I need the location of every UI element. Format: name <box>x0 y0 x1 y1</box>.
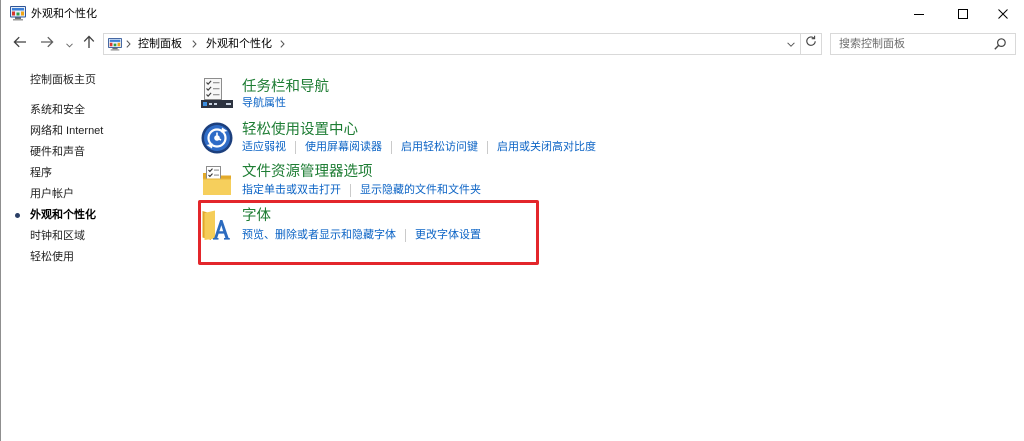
breadcrumb-control-panel[interactable]: 控制面板 <box>138 34 182 54</box>
minimize-icon <box>914 6 924 24</box>
sidebar-nav: 系统和安全 网络和 Internet 硬件和声音 程序 用户帐户 外观和个性化 … <box>15 100 103 268</box>
sidebar-home-link[interactable]: 控制面板主页 <box>30 73 96 87</box>
category-fonts: 字体 预览、删除或者显示和隐藏字体 更改字体设置 <box>201 207 621 247</box>
close-icon <box>998 6 1008 24</box>
back-arrow-icon <box>13 35 27 53</box>
link-separator <box>350 183 351 197</box>
task-link[interactable]: 指定单击或双击打开 <box>242 183 341 197</box>
sidebar-item-user-accounts[interactable]: 用户帐户 <box>30 184 103 205</box>
up-button[interactable] <box>78 33 100 55</box>
sidebar-item-hardware-sound[interactable]: 硬件和声音 <box>30 142 103 163</box>
minimize-button[interactable] <box>897 0 941 29</box>
chevron-down-icon <box>787 34 795 54</box>
refresh-button[interactable] <box>801 34 821 54</box>
task-link[interactable]: 更改字体设置 <box>415 228 481 242</box>
category-links: 适应弱视 使用屏幕阅读器 启用轻松访问键 启用或关闭高对比度 <box>242 140 596 154</box>
link-separator <box>487 140 488 154</box>
recent-locations-button[interactable] <box>63 33 75 55</box>
window-title: 外观和个性化 <box>31 8 97 20</box>
chevron-right-icon[interactable] <box>122 34 134 54</box>
chevron-right-icon[interactable] <box>276 34 288 54</box>
sidebar-item-programs[interactable]: 程序 <box>30 163 103 184</box>
ease-of-access-icon[interactable] <box>201 122 233 154</box>
task-link[interactable]: 使用屏幕阅读器 <box>305 140 382 154</box>
category-file-explorer-options: 文件资源管理器选项 指定单击或双击打开 显示隐藏的文件和文件夹 <box>201 163 621 203</box>
close-button[interactable] <box>981 0 1024 29</box>
back-button[interactable] <box>9 33 31 55</box>
address-bar[interactable]: 控制面板 外观和个性化 <box>103 33 822 55</box>
category-links: 指定单击或双击打开 显示隐藏的文件和文件夹 <box>242 183 481 197</box>
sidebar-item-appearance-current: 外观和个性化 <box>15 205 103 226</box>
taskbar-navigation-icon[interactable] <box>201 77 233 109</box>
category-links: 预览、删除或者显示和隐藏字体 更改字体设置 <box>242 228 481 242</box>
control-panel-window: 外观和个性化 控制面板 外观和个性化 搜索控制面板 控制面板主页 系统和安全 网… <box>0 0 1024 441</box>
up-arrow-icon <box>83 34 95 54</box>
sidebar-item-system-security[interactable]: 系统和安全 <box>30 100 103 121</box>
title-bar[interactable]: 外观和个性化 <box>1 0 1024 30</box>
link-separator <box>405 228 406 242</box>
category-links: 导航属性 <box>242 96 286 110</box>
task-link[interactable]: 显示隐藏的文件和文件夹 <box>360 183 481 197</box>
sidebar-item-ease-of-access[interactable]: 轻松使用 <box>30 247 103 268</box>
search-box[interactable] <box>830 33 1016 55</box>
maximize-button[interactable] <box>941 0 985 29</box>
category-taskbar-navigation: 任务栏和导航 导航属性 <box>201 78 621 118</box>
forward-button[interactable] <box>36 33 58 55</box>
forward-arrow-icon <box>40 35 54 53</box>
current-page-bullet <box>15 213 20 218</box>
category-title[interactable]: 字体 <box>242 207 271 225</box>
folder-options-icon[interactable] <box>201 165 233 197</box>
sidebar-item-label: 外观和个性化 <box>30 209 96 221</box>
task-link[interactable]: 启用或关闭高对比度 <box>497 140 596 154</box>
task-link[interactable]: 适应弱视 <box>242 140 286 154</box>
address-history-button[interactable] <box>784 34 798 54</box>
task-link[interactable]: 启用轻松访问键 <box>401 140 478 154</box>
maximize-icon <box>958 6 968 24</box>
sidebar-item-network-internet[interactable]: 网络和 Internet <box>30 121 103 142</box>
recent-locations-chevron-icon <box>65 35 73 53</box>
category-ease-of-access: 轻松使用设置中心 适应弱视 使用屏幕阅读器 启用轻松访问键 启用或关闭高对比度 <box>201 121 621 161</box>
refresh-icon <box>805 34 817 54</box>
link-separator <box>295 140 296 154</box>
control-panel-icon[interactable] <box>108 37 122 51</box>
fonts-folder-icon[interactable] <box>201 209 233 241</box>
chevron-right-icon[interactable] <box>188 34 200 54</box>
breadcrumb-appearance-personalization[interactable]: 外观和个性化 <box>206 34 272 54</box>
sidebar-item-clock-region[interactable]: 时钟和区域 <box>30 226 103 247</box>
task-link[interactable]: 预览、删除或者显示和隐藏字体 <box>242 228 396 242</box>
category-title[interactable]: 轻松使用设置中心 <box>242 121 358 139</box>
search-input[interactable] <box>831 34 989 54</box>
category-title[interactable]: 文件资源管理器选项 <box>242 163 373 181</box>
task-link[interactable]: 导航属性 <box>242 96 286 110</box>
search-icon[interactable] <box>994 38 1006 50</box>
category-title[interactable]: 任务栏和导航 <box>242 78 329 96</box>
control-panel-icon[interactable] <box>10 6 26 21</box>
link-separator <box>391 140 392 154</box>
